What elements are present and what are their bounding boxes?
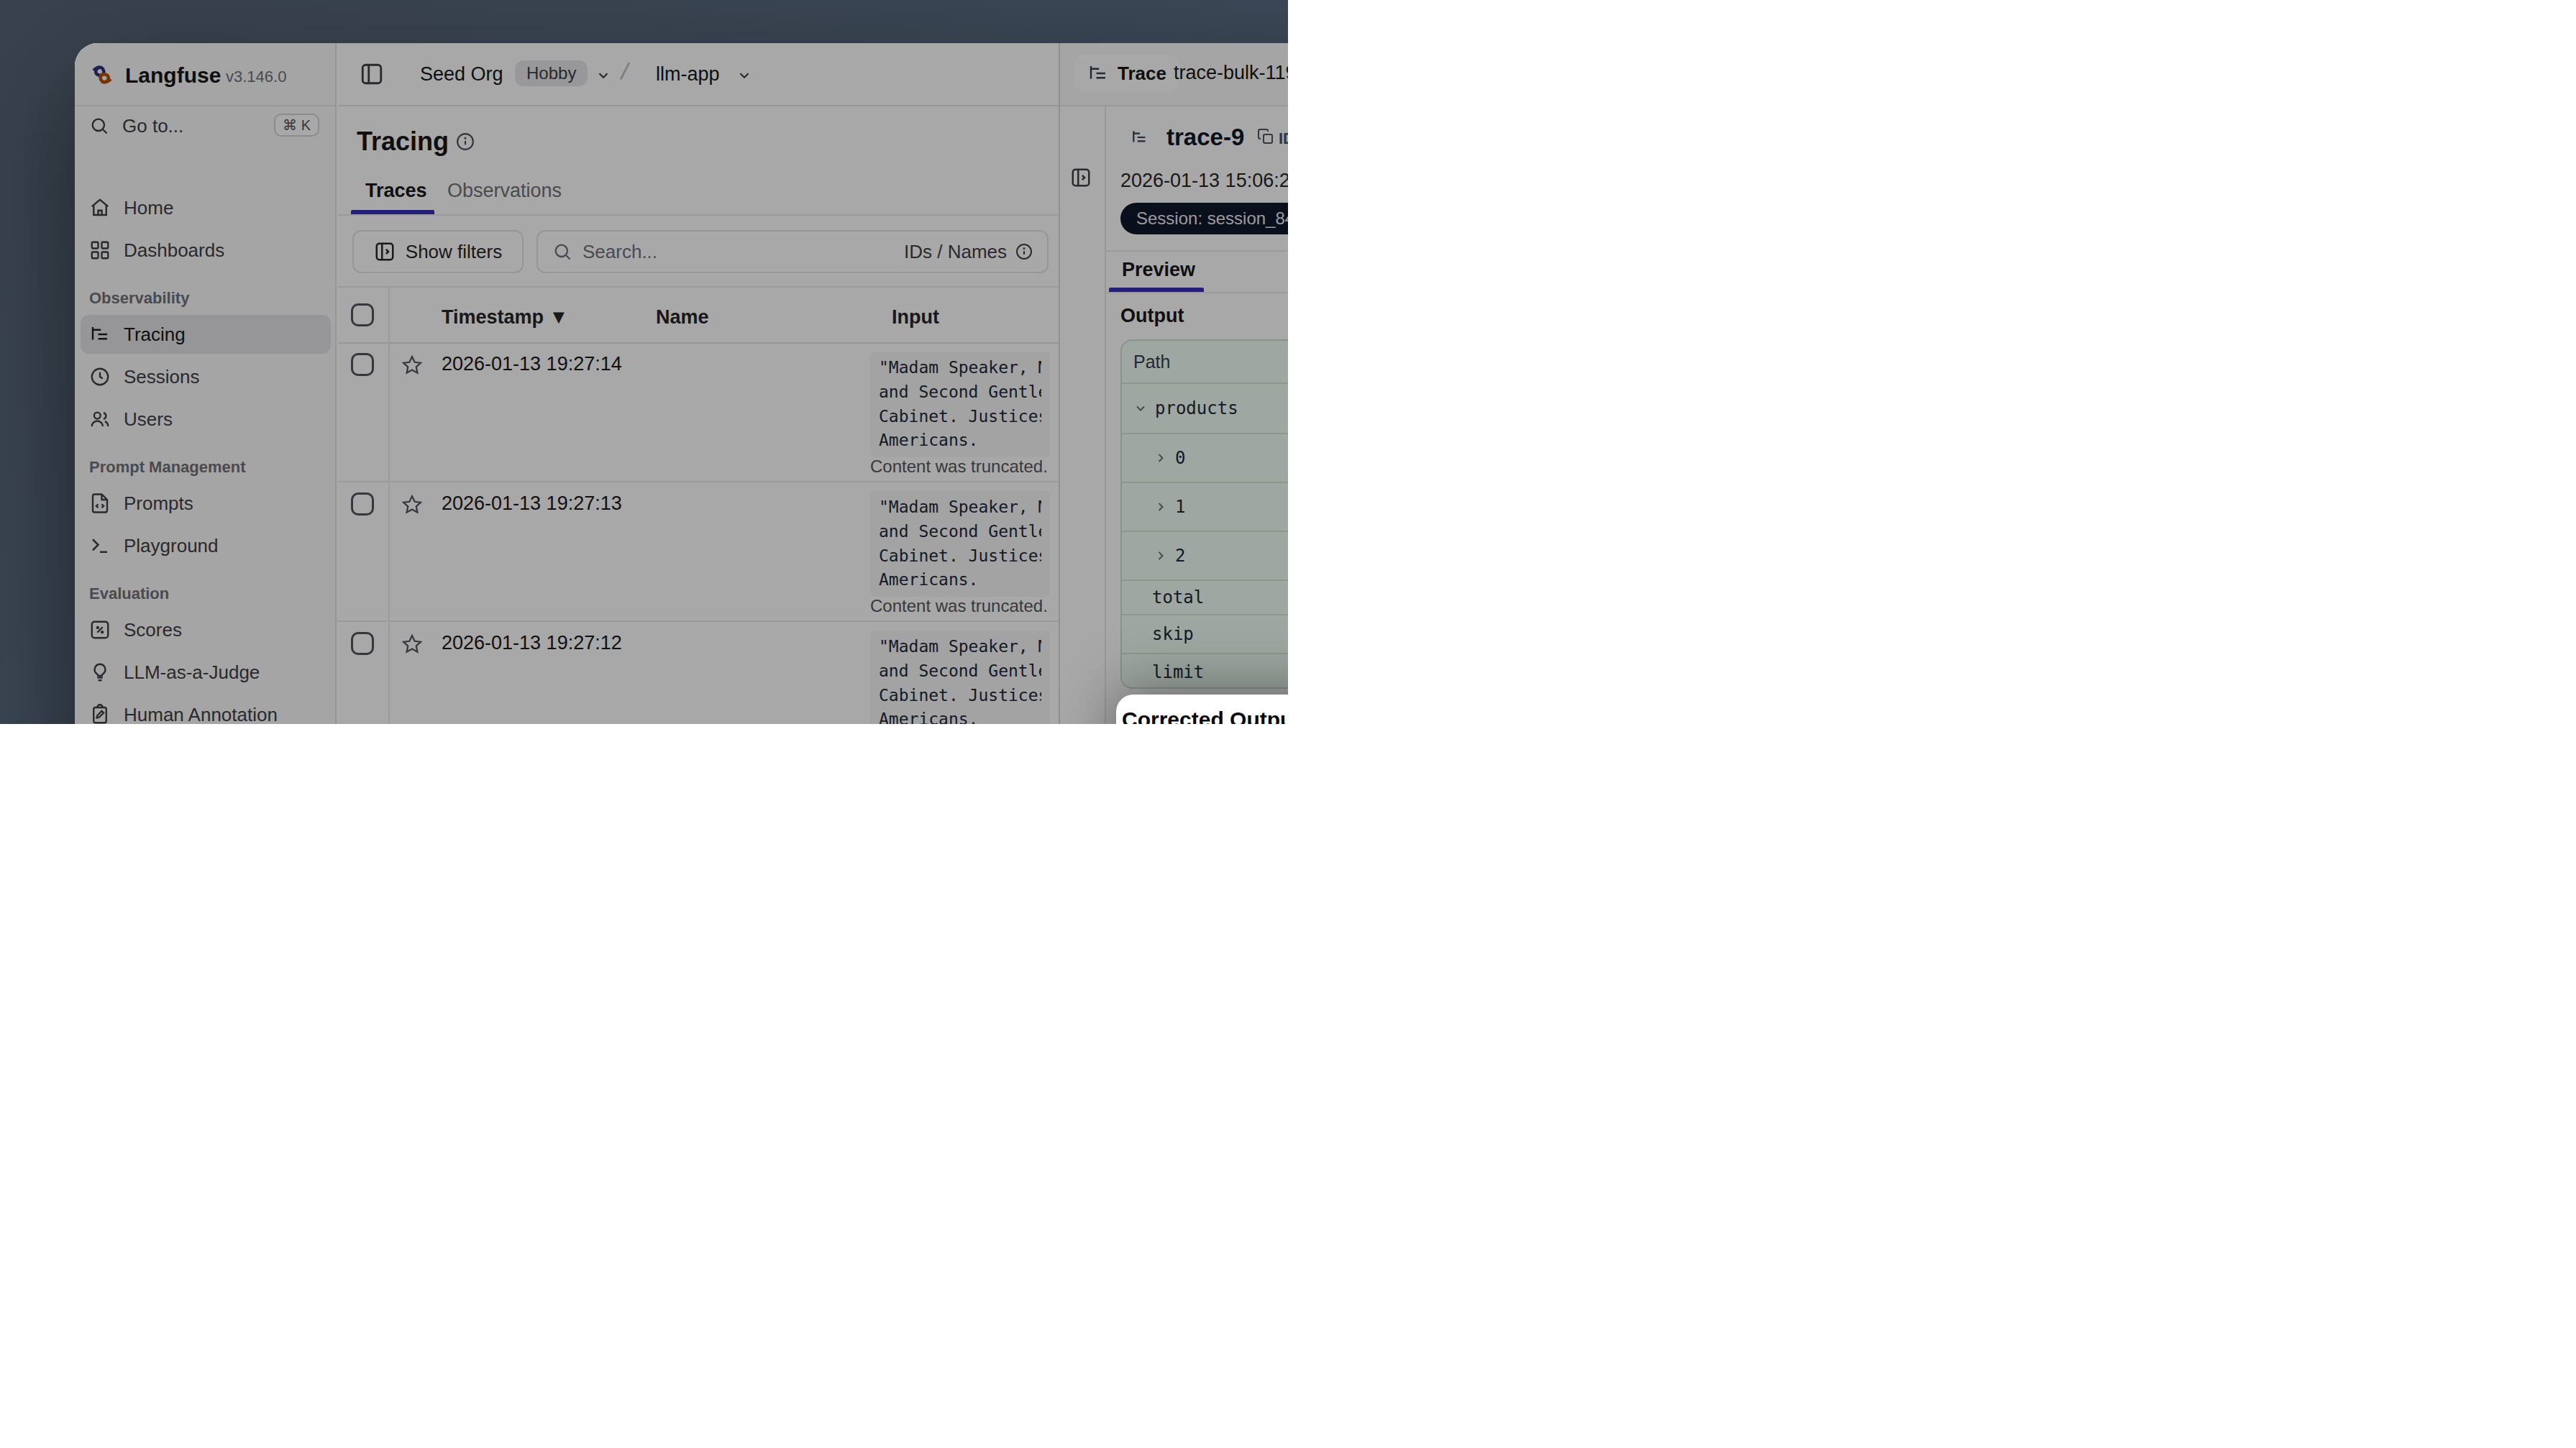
modal-dim-overlay: [75, 43, 1288, 724]
corrected-output-modal: Corrected Output (Beta) Saved JSON 1{2 "…: [1116, 695, 1288, 724]
app-window: Langfuse v3.146.0 Go to... ⌘ K HomeDashb…: [75, 43, 1288, 724]
desktop-backdrop: Langfuse v3.146.0 Go to... ⌘ K HomeDashb…: [0, 0, 1288, 724]
modal-title: Corrected Output (Beta): [1122, 707, 1288, 724]
